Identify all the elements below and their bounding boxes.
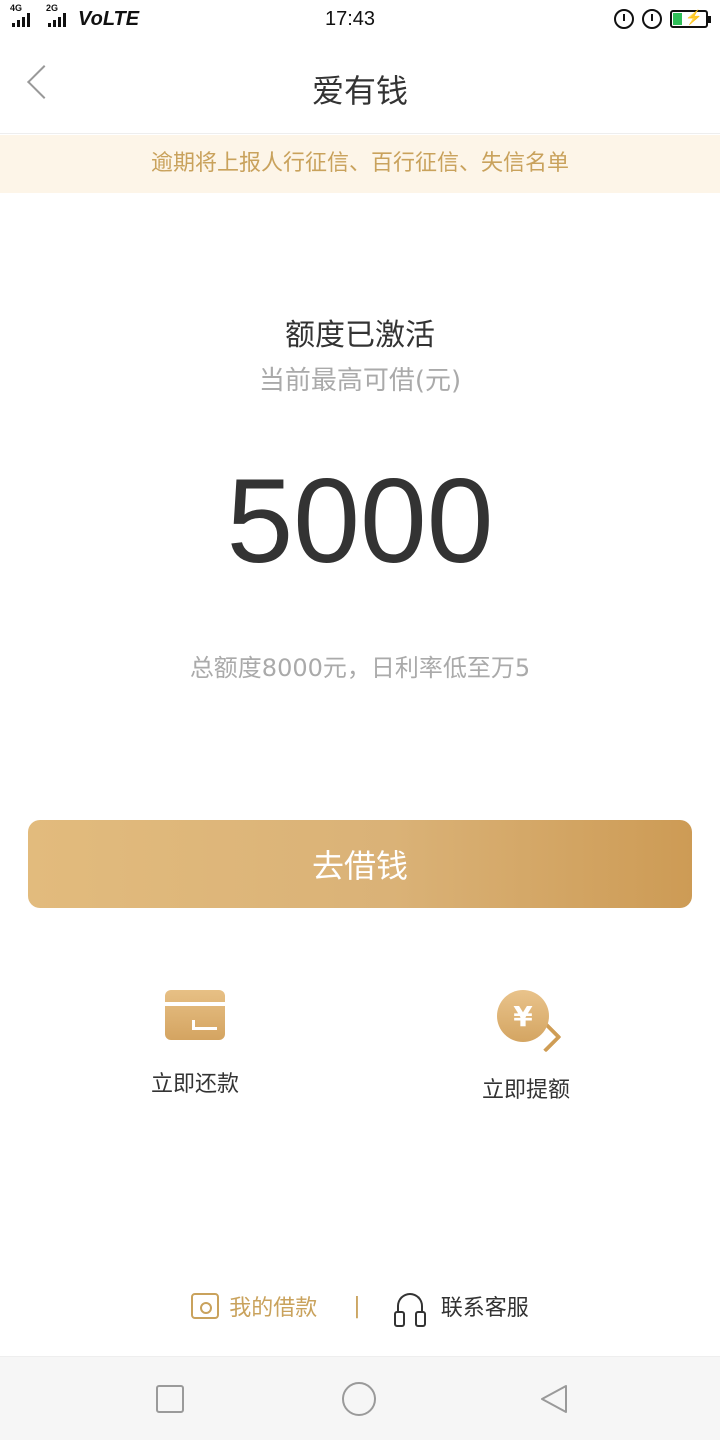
network-type-1: 4G	[10, 3, 23, 13]
my-loans-label: 我的借款	[229, 1296, 318, 1321]
status-left: 4G 2G VoLTE	[10, 3, 272, 31]
network-type-2: 2G	[46, 3, 59, 13]
repay-now-label: 立即还款	[150, 1072, 239, 1097]
headset-icon	[393, 1293, 426, 1327]
rotation-lock-icon	[614, 9, 634, 29]
customer-service-label: 联系客服	[440, 1296, 529, 1321]
clock: 17:43	[324, 7, 376, 30]
home-button[interactable]	[342, 1382, 376, 1416]
back-triangle-button[interactable]	[538, 1383, 570, 1415]
wallet-icon	[191, 1293, 220, 1319]
system-nav-bar	[0, 1356, 720, 1440]
app-header: 爱有钱	[0, 38, 720, 134]
yen-coin-icon: ¥	[497, 990, 562, 1053]
max-borrow-subtitle: 当前最高可借(元)	[258, 366, 462, 396]
raise-limit-action[interactable]: ¥ 立即提额	[426, 990, 626, 1104]
repay-now-action[interactable]: 立即还款	[95, 990, 295, 1098]
card-icon	[165, 990, 225, 1040]
borrow-button[interactable]: 去借钱	[28, 820, 692, 908]
raise-limit-label: 立即提额	[481, 1078, 570, 1103]
credit-status-title: 额度已激活	[285, 318, 435, 353]
bottom-links: 我的借款 | 联系客服	[0, 1290, 720, 1327]
battery-icon: ⚡	[670, 9, 711, 28]
signal-icon: 4G	[10, 3, 30, 27]
page-title: 爱有钱	[311, 72, 408, 110]
customer-service-link[interactable]: 联系客服	[393, 1290, 529, 1327]
available-amount: 5000	[226, 454, 494, 588]
credit-info-text: 总额度8000元，日利率低至万5	[189, 654, 531, 682]
overdue-notice-banner: 逾期将上报人行征信、百行征信、失信名单	[0, 135, 720, 193]
alarm-icon	[642, 9, 662, 29]
recent-apps-button[interactable]	[156, 1385, 184, 1413]
my-loans-link[interactable]: 我的借款	[191, 1290, 317, 1322]
status-right: ⚡	[448, 9, 711, 29]
volte-label: VoLTE	[78, 7, 140, 30]
link-divider: |	[353, 1293, 361, 1319]
yen-symbol: ¥	[497, 990, 549, 1042]
status-bar: 4G 2G VoLTE 17:43 ⚡	[0, 0, 720, 38]
signal-icon-2: 2G	[46, 3, 66, 27]
